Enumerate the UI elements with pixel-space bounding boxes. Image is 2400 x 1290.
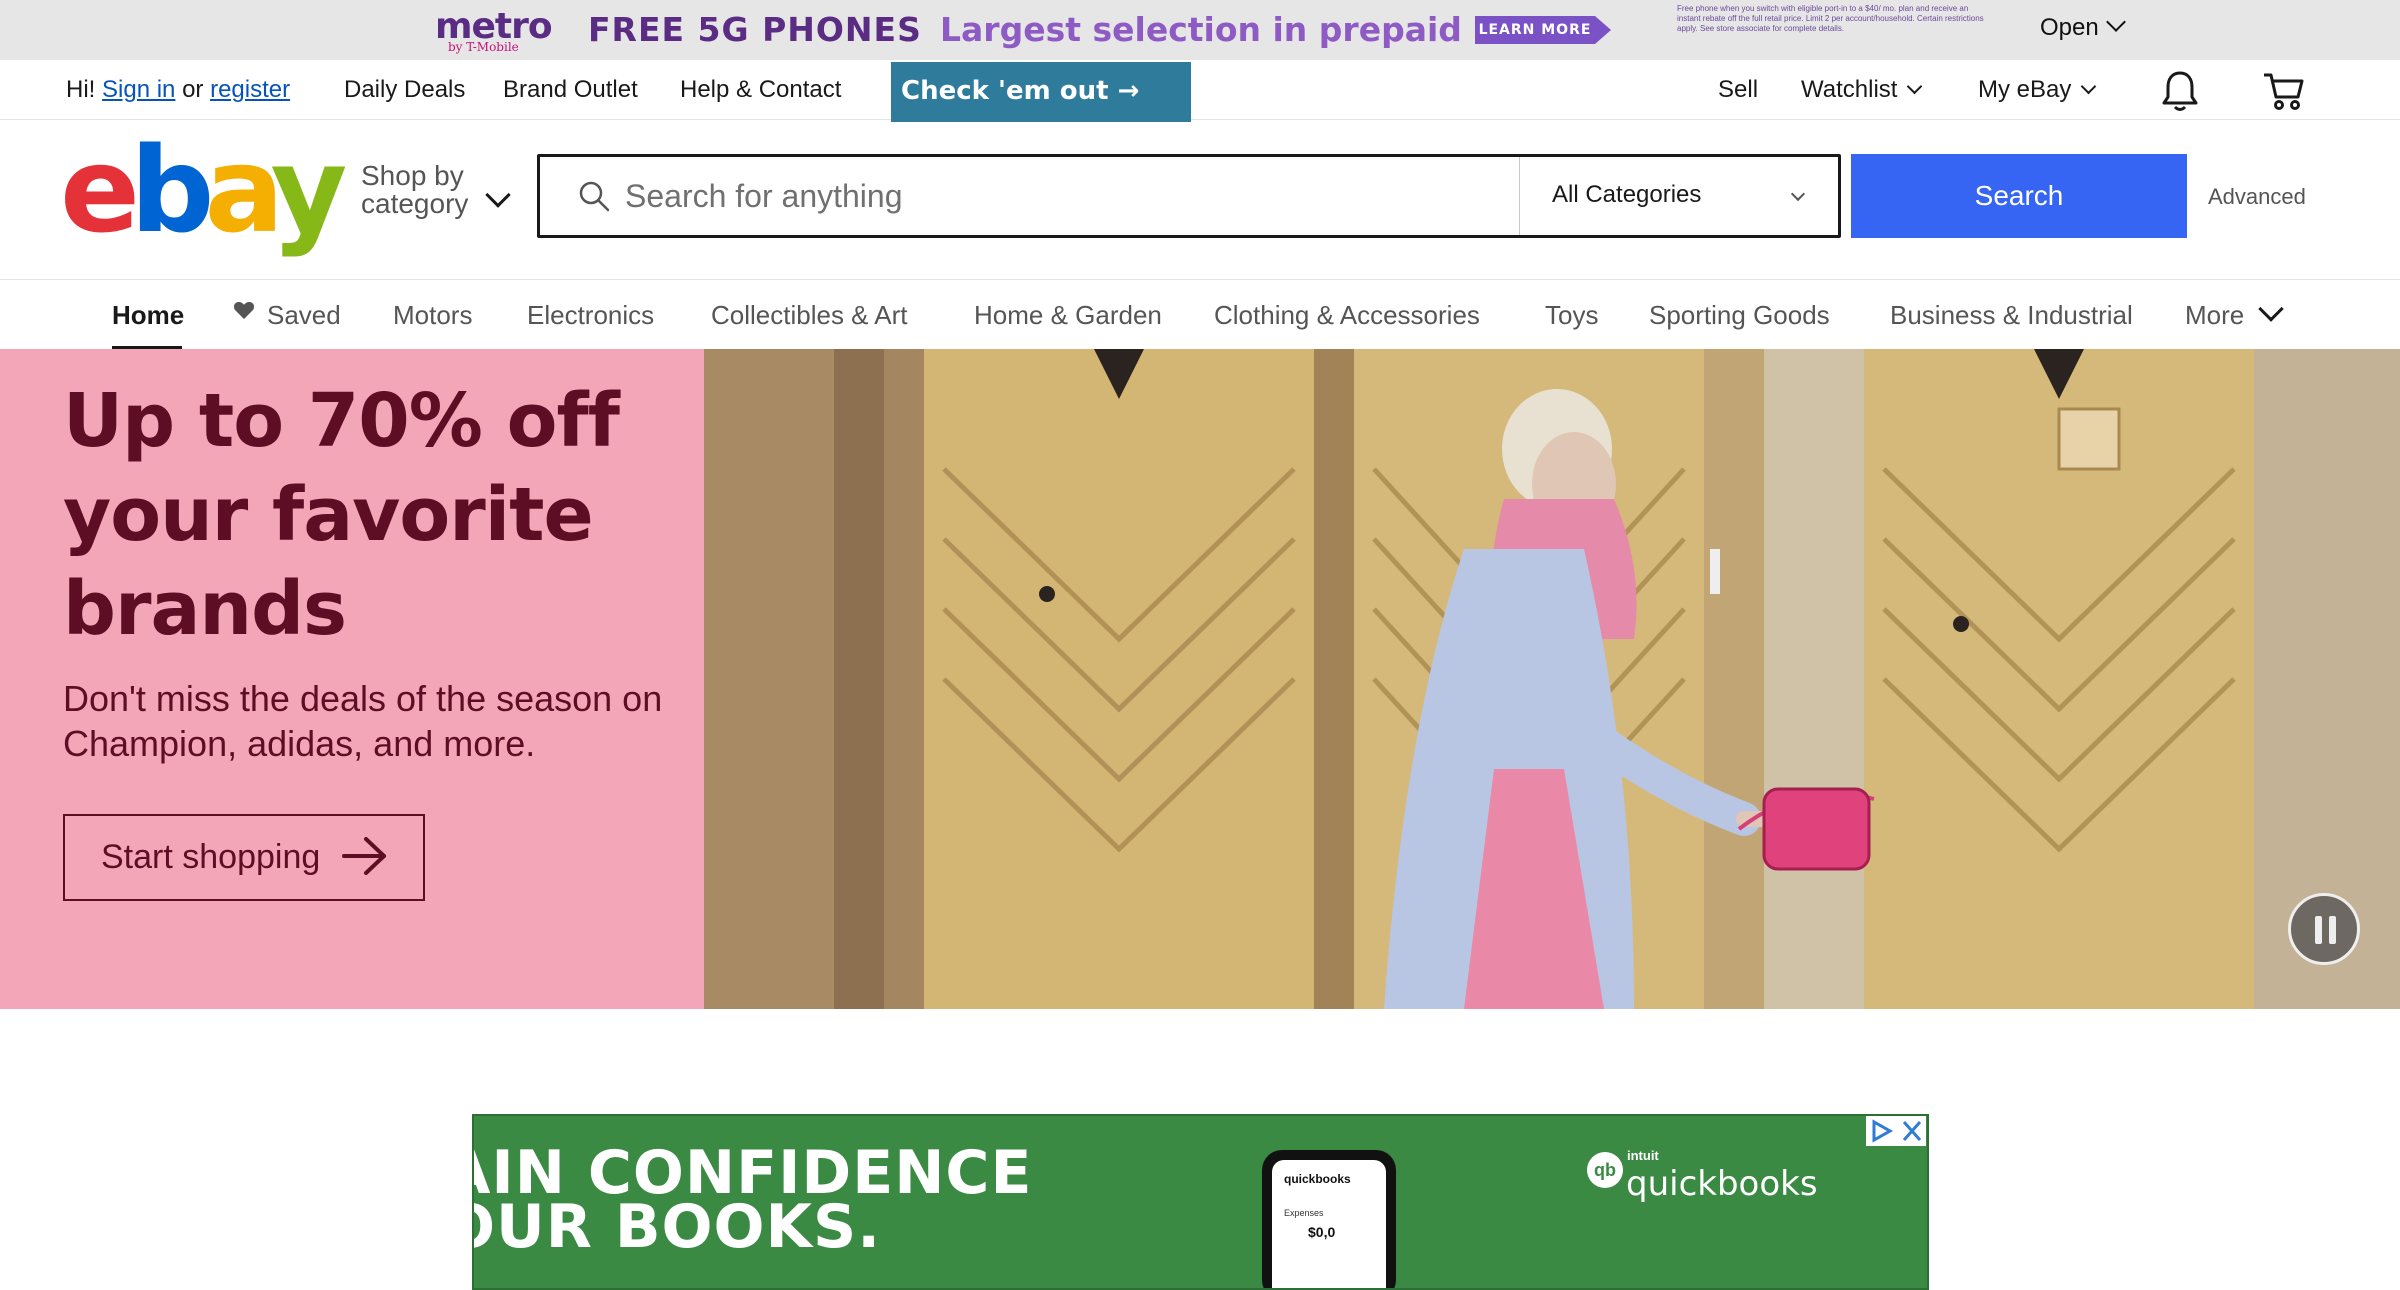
brand-outlet-link[interactable]: Brand Outlet [503, 76, 638, 104]
nav-collectibles-art[interactable]: Collectibles & Art [711, 300, 908, 331]
ad-phone-value: $0,0 [1308, 1224, 1336, 1240]
hero-subtitle: Don't miss the deals of the season on Ch… [63, 678, 663, 764]
chevron-down-icon [2081, 78, 2097, 95]
nav-home-garden[interactable]: Home & Garden [974, 300, 1162, 331]
ad-phone-brand: quickbooks [1284, 1172, 1351, 1186]
quickbooks-logo-icon: qb [1587, 1152, 1623, 1188]
advertisement-banner[interactable]: AIN CONFIDENCE OUR BOOKS. quickbooks Exp… [472, 1114, 1929, 1290]
nav-electronics[interactable]: Electronics [527, 300, 654, 331]
search-box: All Categories [537, 154, 1841, 238]
chevron-down-icon [2105, 12, 2126, 32]
register-link[interactable]: register [210, 76, 290, 103]
category-navigation: Home Saved Motors Electronics Collectibl… [0, 279, 2400, 350]
or-text: or [182, 76, 204, 103]
top-navigation: Hi! Sign in or register Daily Deals Bran… [0, 60, 2400, 122]
my-ebay-menu[interactable]: My eBay [1978, 76, 2097, 104]
help-contact-link[interactable]: Help & Contact [680, 76, 841, 104]
promo-banner[interactable]: metro by T-Mobile FREE 5G PHONES Largest… [0, 0, 2400, 60]
pause-button[interactable] [2288, 893, 2360, 965]
ad-phone-screen: quickbooks Expenses $0,0 [1272, 1160, 1386, 1288]
promo-headline: FREE 5G PHONES [588, 10, 922, 49]
ad-phone-image: quickbooks Expenses $0,0 [1262, 1150, 1396, 1288]
category-select[interactable]: All Categories [1552, 181, 1701, 209]
advanced-search-link[interactable]: Advanced [2208, 184, 2306, 210]
my-ebay-label: My eBay [1978, 76, 2072, 103]
sell-link[interactable]: Sell [1718, 76, 1758, 104]
category-divider [1519, 157, 1520, 235]
chevron-down-icon[interactable] [485, 182, 511, 208]
hero-title: Up to 70% off your favorite brands [63, 378, 620, 652]
nav-toys[interactable]: Toys [1545, 300, 1598, 331]
ad-choices-icon[interactable] [1866, 1116, 1926, 1146]
ebay-logo[interactable]: ebay [60, 130, 347, 250]
check-em-out-banner[interactable]: Check 'em out → [891, 62, 1191, 122]
promo-open-button[interactable]: Open [2040, 12, 2126, 42]
heart-icon [233, 301, 255, 319]
greeting-text: Hi! [66, 76, 96, 103]
bell-icon[interactable] [2160, 69, 2200, 113]
shop-by-line1: Shop by [361, 160, 464, 191]
arrow-right-icon [342, 837, 386, 875]
search-icon [579, 181, 610, 212]
watchlist-label: Watchlist [1801, 76, 1898, 103]
ad-brand-name: quickbooks [1626, 1164, 1818, 1204]
nav-sporting-goods[interactable]: Sporting Goods [1649, 300, 1830, 331]
logo-letter-y: y [270, 121, 348, 259]
hero-image[interactable] [704, 349, 2400, 1009]
pause-icon-bar [2329, 916, 2336, 944]
chevron-down-icon [1907, 78, 1923, 95]
logo-letter-e: e [60, 121, 140, 259]
ad-brand-prefix: intuit [1627, 1148, 1659, 1163]
promo-fine-print: Free phone when you switch with eligible… [1677, 4, 1984, 33]
nav-business-industrial[interactable]: Business & Industrial [1890, 300, 2133, 331]
promo-learn-more-button[interactable]: LEARN MORE [1475, 16, 1595, 44]
search-button[interactable]: Search [1851, 154, 2187, 238]
greeting: Hi! Sign in or register [66, 76, 290, 104]
nav-motors[interactable]: Motors [393, 300, 472, 331]
promo-subheadline: Largest selection in prepaid [940, 10, 1462, 49]
nav-more[interactable]: More [2185, 300, 2244, 331]
ad-phone-label: Expenses [1284, 1208, 1324, 1218]
pause-icon-bar [2315, 916, 2322, 944]
chevron-down-icon[interactable] [1790, 186, 1806, 202]
shop-by-category-button[interactable]: Shop by category [361, 162, 468, 218]
ad-choices[interactable] [1866, 1116, 1926, 1146]
promo-arrow-icon [1595, 16, 1611, 44]
sign-in-link[interactable]: Sign in [102, 76, 175, 103]
daily-deals-link[interactable]: Daily Deals [344, 76, 465, 104]
logo-letter-b: b [130, 121, 215, 259]
promo-open-label: Open [2040, 14, 2099, 41]
nav-home[interactable]: Home [112, 300, 184, 331]
logo-letter-a: a [204, 121, 281, 259]
promo-logo-sub: by T-Mobile [448, 40, 519, 54]
shop-by-line2: category [361, 188, 469, 219]
search-input[interactable] [625, 157, 1525, 235]
ad-headline-line2: OUR BOOKS. [472, 1192, 882, 1262]
cart-icon[interactable] [2262, 69, 2306, 113]
watchlist-menu[interactable]: Watchlist [1801, 76, 1923, 104]
hero-photo-woman-walking [704, 349, 2400, 1009]
nav-saved[interactable]: Saved [267, 300, 341, 331]
nav-clothing-accessories[interactable]: Clothing & Accessories [1214, 300, 1480, 331]
ad-headline: AIN CONFIDENCE OUR BOOKS. [472, 1143, 1032, 1262]
